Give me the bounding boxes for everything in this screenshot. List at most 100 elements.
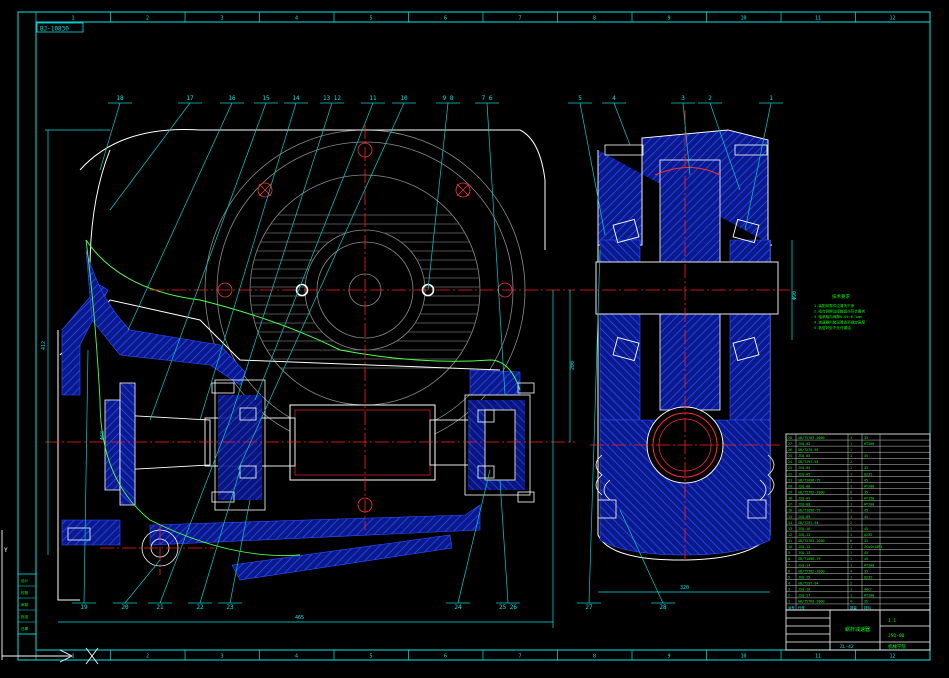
balloon-label: 4 bbox=[612, 95, 616, 102]
parts-cell: GB/T5782-2000 bbox=[798, 490, 825, 494]
parts-cell: 17 bbox=[788, 503, 792, 507]
grid-number-bottom: 2 bbox=[146, 654, 149, 660]
cad-drawing-canvas[interactable]: 1 2 3 4 5 6 7 8 9 10 11 12 1 2 3 4 5 6 7 8 9 10 11 12 BJ-10830 bbox=[0, 0, 949, 678]
parts-cell: 19 bbox=[788, 490, 792, 494]
parts-cell: 1 bbox=[850, 497, 852, 501]
drawing-code-text: BJ-10830 bbox=[40, 26, 69, 33]
tech-note-line: 4.减速器内装润滑油至规定高度 bbox=[814, 320, 865, 325]
dim-right-height: Φ90 bbox=[792, 291, 798, 300]
parts-cell: GB/T5782-2000 bbox=[798, 569, 825, 573]
parts-cell: 4 bbox=[850, 569, 852, 573]
wheel-shaft bbox=[595, 261, 779, 315]
parts-cell: 24 bbox=[788, 460, 792, 464]
parts-cell: 45 bbox=[864, 466, 868, 470]
parts-cell: 1 bbox=[850, 588, 852, 592]
parts-cell: JSQ-02 bbox=[798, 442, 810, 446]
parts-cell: 1 bbox=[850, 575, 852, 579]
parts-cell: GB/T1096-79 bbox=[798, 478, 820, 482]
parts-cell: 35 bbox=[864, 436, 868, 440]
grid-number-top: 1 bbox=[71, 16, 74, 22]
parts-cell: 35 bbox=[864, 490, 868, 494]
parts-header-cell: 序号 bbox=[788, 605, 795, 610]
parts-cell: 1 bbox=[850, 436, 852, 440]
tech-note-line: 1.装配前零件应清洗干净 bbox=[814, 303, 855, 308]
balloon-label: 7 6 bbox=[482, 95, 493, 102]
parts-cell: 1 bbox=[850, 545, 852, 549]
balloon-label: 2 bbox=[708, 95, 712, 102]
parts-cell: 35 bbox=[864, 539, 868, 543]
dim-center-height: 200 bbox=[570, 361, 576, 370]
parts-cell: JSQ-10 bbox=[798, 527, 810, 531]
grid-number-top: 3 bbox=[220, 16, 223, 22]
grid-number-bottom: 12 bbox=[889, 654, 895, 660]
parts-cell: 22 bbox=[788, 472, 792, 476]
parts-cell: JSQ-17 bbox=[798, 594, 810, 598]
parts-cell: 12 bbox=[788, 533, 792, 537]
parts-cell: JSQ-05 bbox=[798, 472, 810, 476]
dim-left-height: 412 bbox=[41, 341, 47, 350]
parts-cell: HT200 bbox=[864, 563, 874, 567]
balloon-label: 27 bbox=[585, 604, 593, 611]
parts-cell: HT150 bbox=[864, 497, 874, 501]
parts-cell: 15 bbox=[788, 515, 792, 519]
parts-cell: 1 bbox=[850, 533, 852, 537]
parts-cell: 45 bbox=[864, 557, 868, 561]
parts-cell: 35 bbox=[864, 600, 868, 604]
grid-number-top: 4 bbox=[295, 16, 298, 22]
grid-number-bottom: 8 bbox=[593, 654, 596, 660]
left-table-cell: 日期 bbox=[21, 626, 29, 631]
grid-number-top: 5 bbox=[369, 16, 372, 22]
grid-number-bottom: 5 bbox=[369, 654, 372, 660]
balloon-label: 20 bbox=[121, 604, 129, 611]
parts-cell: JSQ-12 bbox=[798, 545, 810, 549]
parts-cell: JSQ-14 bbox=[798, 563, 810, 567]
sheet-label: ZL-42 bbox=[840, 644, 854, 650]
parts-cell: 3 bbox=[788, 588, 790, 592]
parts-cell: 1 bbox=[850, 442, 852, 446]
balloon-label: 22 bbox=[196, 604, 204, 611]
parts-cell: Q235 bbox=[864, 533, 872, 537]
parts-cell: 20 bbox=[788, 484, 792, 488]
tech-note-line: 5.各密封处不允许漏油 bbox=[814, 325, 851, 330]
parts-cell: 45 bbox=[864, 515, 868, 519]
parts-cell: GB/T5783-2000 bbox=[798, 539, 825, 543]
parts-cell: 10 bbox=[788, 545, 792, 549]
parts-cell: JSQ-08 bbox=[798, 503, 810, 507]
parts-cell: 2 bbox=[850, 582, 852, 586]
grid-number-bottom: 10 bbox=[740, 654, 746, 660]
parts-cell: 45 bbox=[864, 509, 868, 513]
parts-cell: 2 bbox=[788, 594, 790, 598]
grid-number-bottom: 4 bbox=[295, 654, 298, 660]
parts-cell: 1 bbox=[850, 551, 852, 555]
parts-header-cell: 代号 bbox=[798, 605, 805, 610]
parts-cell: 6 bbox=[788, 569, 790, 573]
balloon-label: 17 bbox=[186, 95, 194, 102]
parts-cell: 16 bbox=[788, 509, 792, 513]
parts-cell: 1 bbox=[850, 484, 852, 488]
balloon-label: 3 bbox=[681, 95, 685, 102]
parts-header-cell: 数量 bbox=[850, 605, 857, 610]
grid-number-bottom: 7 bbox=[518, 654, 521, 660]
tech-note-line: 2.啮合侧隙及接触斑点符合要求 bbox=[814, 309, 865, 314]
grid-number-top: 8 bbox=[593, 16, 596, 22]
dim-side-width: 320 bbox=[680, 585, 689, 591]
balloon-label: 28 bbox=[659, 604, 667, 611]
grid-number-bottom: 3 bbox=[220, 654, 223, 660]
tech-note-line: 3.轴承轴向间隙0.05~0.1mm bbox=[814, 314, 862, 319]
parts-cell: 1 bbox=[850, 454, 852, 458]
parts-cell: 14 bbox=[788, 521, 792, 525]
parts-cell: GB/T297-94 bbox=[798, 521, 818, 525]
balloon-label: 25 26 bbox=[499, 604, 517, 611]
parts-cell: 18 bbox=[788, 497, 792, 501]
grid-number-top: 7 bbox=[518, 16, 521, 22]
balloon-label: 18 bbox=[116, 95, 124, 102]
parts-cell: JSQ-04 bbox=[798, 466, 810, 470]
balloon-label: 23 bbox=[226, 604, 234, 611]
dim-shaft-dia: Φ68 bbox=[100, 431, 106, 440]
parts-cell: 23 bbox=[788, 466, 792, 470]
grid-number-bottom: 11 bbox=[815, 654, 821, 660]
parts-cell: 1 bbox=[788, 600, 790, 604]
parts-cell: 8 bbox=[850, 490, 852, 494]
parts-cell: 35 bbox=[864, 569, 868, 573]
parts-cell: JSQ-11 bbox=[798, 533, 810, 537]
